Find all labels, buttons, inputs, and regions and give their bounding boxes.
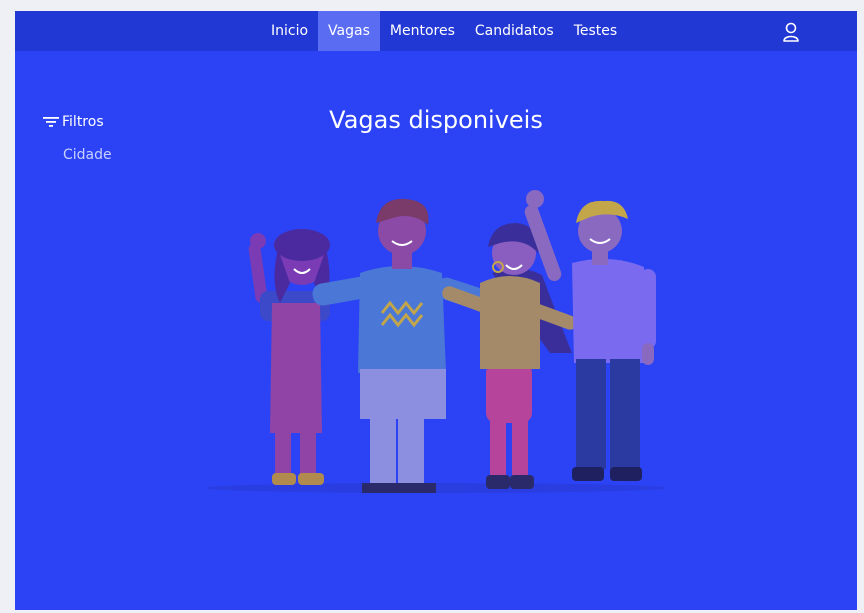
nav-item-testes[interactable]: Testes <box>564 11 627 51</box>
nav-item-inicio[interactable]: Inicio <box>261 11 318 51</box>
main-nav: Inicio Vagas Mentores Candidatos Testes <box>261 11 627 51</box>
user-icon[interactable] <box>780 21 802 43</box>
nav-item-mentores[interactable]: Mentores <box>380 11 465 51</box>
people-illustration <box>205 190 665 493</box>
nav-item-vagas[interactable]: Vagas <box>318 11 380 51</box>
app-window: Inicio Vagas Mentores Candidatos Testes … <box>15 11 857 610</box>
nav-item-candidatos[interactable]: Candidatos <box>465 11 564 51</box>
page-title: Vagas disponiveis <box>329 106 543 134</box>
top-navbar: Inicio Vagas Mentores Candidatos Testes <box>15 11 857 51</box>
filter-item-cidade[interactable]: Cidade <box>63 147 112 163</box>
